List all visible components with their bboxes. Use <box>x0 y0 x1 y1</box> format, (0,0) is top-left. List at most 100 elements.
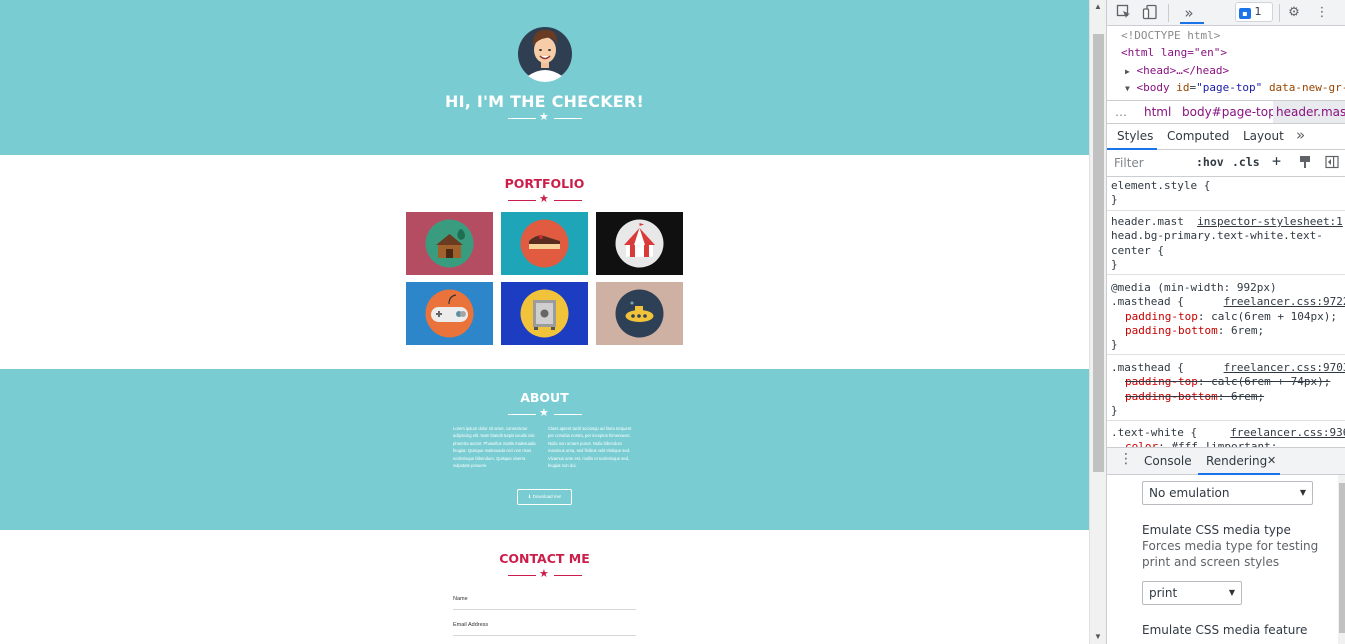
page-scrollbar-thumb[interactable] <box>1093 34 1104 472</box>
css-property-overridden[interactable]: padding-top: calc(6rem + 74px); <box>1111 375 1342 389</box>
emulation-select[interactable]: No emulation ▼ <box>1142 481 1313 505</box>
rule-close: } <box>1111 403 1118 417</box>
styles-pane: element.style { } header.mast inspector-… <box>1107 177 1345 453</box>
media-type-description: Forces media type for testing <box>1142 539 1319 553</box>
portfolio-divider: ★ <box>508 193 582 205</box>
rule-masthead[interactable]: .masthead { freelancer.css:9703 padding-… <box>1107 359 1345 422</box>
portfolio-title: PORTFOLIO <box>504 176 585 191</box>
dom-body[interactable]: ▼ <body id="page-top" data-new-gr- <box>1125 79 1345 98</box>
dom-head[interactable]: ▶ <head>…</head> <box>1125 62 1229 81</box>
breadcrumb-html[interactable]: html <box>1144 101 1171 123</box>
email-field[interactable]: Email Address <box>453 622 636 636</box>
tab-computed[interactable]: Computed <box>1167 129 1229 143</box>
scroll-up-arrow-icon[interactable]: ▲ <box>1094 2 1102 11</box>
star-icon: ★ <box>539 111 549 123</box>
drawer-tabbar: ⋮ Console Rendering ✕ <box>1107 447 1345 475</box>
rule-selector: .text-white { <box>1111 426 1198 439</box>
star-icon: ★ <box>539 407 549 419</box>
rendering-scrollbar-thumb[interactable] <box>1339 483 1345 633</box>
rule-source-link[interactable]: inspector-stylesheet:1 <box>1197 215 1343 228</box>
about-text-right: Class aptent taciti sociosqu ad litora t… <box>548 426 632 469</box>
rule-selector: .masthead { <box>1111 295 1184 309</box>
rule-selector: center { <box>1111 243 1164 257</box>
portfolio-section: PORTFOLIO ★ <box>0 155 1089 369</box>
filter-input[interactable]: Filter <box>1111 154 1189 173</box>
rule-close: } <box>1111 193 1118 207</box>
tab-rendering[interactable]: Rendering <box>1206 454 1267 468</box>
css-property[interactable]: padding-top: calc(6rem + 104px); <box>1111 310 1342 324</box>
rule-selector: .masthead { <box>1111 361 1184 374</box>
css-property-overridden[interactable]: padding-bottom: 6rem; <box>1111 390 1342 404</box>
breadcrumb: … html body#page-top header.mas <box>1107 100 1345 124</box>
issues-count: 1 <box>1254 5 1262 18</box>
collapse-arrow-icon[interactable]: ▼ <box>1125 84 1130 93</box>
media-type-select-value: print <box>1149 586 1178 600</box>
breadcrumb-body[interactable]: body#page-top <box>1182 101 1276 123</box>
rule-element-style[interactable]: element.style { } <box>1107 177 1345 211</box>
portfolio-item-game[interactable] <box>406 282 493 345</box>
safe-icon <box>520 289 569 338</box>
more-tabs-icon[interactable]: » <box>1180 4 1198 22</box>
portfolio-item-safe[interactable] <box>501 282 588 345</box>
rule-source-link[interactable]: freelancer.css:9362 <box>1230 426 1345 439</box>
hero-title: HI, I'M THE CHECKER! <box>445 92 644 111</box>
kebab-menu-icon[interactable]: ⋮ <box>1313 4 1331 22</box>
emulation-select-value: No emulation <box>1149 486 1230 500</box>
cls-button[interactable]: .cls <box>1232 155 1260 169</box>
avatar <box>518 27 572 82</box>
about-text-left: Lorem ipsum dolor sit amet, consectetur … <box>453 426 536 469</box>
scroll-down-arrow-icon[interactable]: ▼ <box>1094 632 1102 641</box>
sidebar-toggle-icon[interactable] <box>1325 155 1339 172</box>
drawer-menu-icon[interactable]: ⋮ <box>1119 451 1133 467</box>
settings-gear-icon[interactable]: ⚙ <box>1285 4 1303 22</box>
rule-selector: head.bg-primary.text-white.text- <box>1111 229 1323 243</box>
tab-layout[interactable]: Layout <box>1243 129 1284 143</box>
portfolio-item-circus[interactable] <box>596 212 683 275</box>
about-title: ABOUT <box>520 390 569 405</box>
css-property[interactable]: padding-bottom: 6rem; <box>1111 324 1342 338</box>
submarine-icon <box>615 289 664 338</box>
dom-doctype[interactable]: <!DOCTYPE html> <box>1121 27 1220 45</box>
name-field[interactable]: Name <box>453 596 636 610</box>
portfolio-item-cabin[interactable] <box>406 212 493 275</box>
more-tabs-icon[interactable]: » <box>1296 126 1305 144</box>
tab-styles[interactable]: Styles <box>1117 129 1153 143</box>
hov-button[interactable]: :hov <box>1196 155 1224 169</box>
breadcrumb-header[interactable]: header.mas <box>1273 101 1345 123</box>
rule-media-masthead[interactable]: @media (min-width: 992px) .masthead { fr… <box>1107 279 1345 356</box>
new-rule-button[interactable]: + <box>1272 152 1281 170</box>
browser-window: HI, I'M THE CHECKER! ★ PORTFOLIO ★ ABOUT… <box>0 0 1345 644</box>
dom-html[interactable]: <html lang="en"> <box>1121 44 1227 62</box>
rule-source-link[interactable]: freelancer.css:9722 <box>1224 295 1345 308</box>
rule-header-masthead[interactable]: header.mast inspector-stylesheet:1 head.… <box>1107 213 1345 276</box>
media-condition: (min-width: 992px) <box>1150 281 1277 294</box>
elements-dom-tree: <!DOCTYPE html> <html lang="en"> ▶ <head… <box>1107 26 1345 100</box>
expand-arrow-icon[interactable]: ▶ <box>1125 67 1130 76</box>
chevron-down-icon: ▼ <box>1299 488 1306 497</box>
portfolio-item-cake[interactable] <box>501 212 588 275</box>
issues-badge[interactable]: ▪ 1 <box>1235 2 1273 22</box>
close-tab-icon[interactable]: ✕ <box>1267 454 1276 467</box>
paint-brush-icon[interactable] <box>1298 155 1312 172</box>
inspect-element-icon[interactable] <box>1115 4 1133 22</box>
styles-filter-bar: Filter :hov .cls + <box>1107 150 1345 177</box>
media-type-title: Emulate CSS media type <box>1142 523 1291 537</box>
download-button[interactable]: ⬇ Download me! <box>517 489 572 505</box>
portfolio-item-submarine[interactable] <box>596 282 683 345</box>
website-viewport: HI, I'M THE CHECKER! ★ PORTFOLIO ★ ABOUT… <box>0 0 1089 644</box>
rendering-scrollbar[interactable] <box>1338 475 1345 644</box>
media-type-select[interactable]: print ▼ <box>1142 581 1242 605</box>
cabin-icon <box>425 219 474 268</box>
rule-selector: header.mast <box>1111 215 1184 228</box>
rule-source-link[interactable]: freelancer.css:9703 <box>1224 361 1345 374</box>
devtools-panel: » ▪ 1 ⚙ ⋮ <!DOCTYPE html> <html lang="en… <box>1106 0 1345 644</box>
breadcrumb-ellipsis[interactable]: … <box>1115 101 1127 123</box>
tab-console[interactable]: Console <box>1144 454 1192 468</box>
about-divider: ★ <box>508 407 582 419</box>
game-controller-icon <box>425 289 474 338</box>
contact-divider: ★ <box>508 568 582 580</box>
device-toolbar-icon[interactable] <box>1141 4 1159 22</box>
masthead: HI, I'M THE CHECKER! ★ <box>0 0 1089 155</box>
star-icon: ★ <box>539 193 549 205</box>
page-scrollbar[interactable]: ▲ ▼ <box>1089 0 1106 644</box>
